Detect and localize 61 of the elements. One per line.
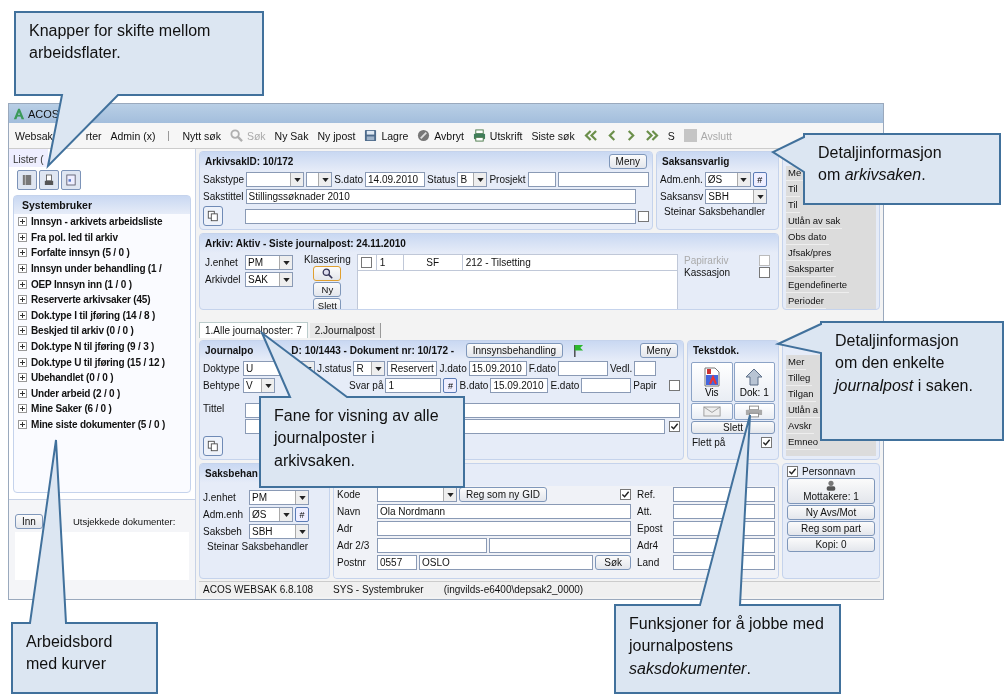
field-label: Behtype [203,380,241,391]
field-label: Adr4 [637,540,660,551]
panel-title: Systembruker [14,196,190,214]
status-text: SYS - Systembruker [333,584,424,595]
field-label: Sakstittel [203,191,244,202]
panel-title: Saksansvarlig [662,156,730,167]
callout-text: Detaljinformasjon om arkivsaken. [818,143,943,186]
checkbox-label: Flett på [692,437,726,448]
table-cell-text: 212 - Tilsetting [464,256,532,270]
callout-text: Fane for visning av alle journalposter i arkivsaken. [274,406,440,471]
panel-title: D: 10/1443 - Dokument nr: 10/172 - [291,345,455,356]
field-label: Postnr [337,557,367,568]
field-label: Adm.enh [203,509,245,520]
field-label: F.dato [528,363,556,374]
field-label: Ref. [637,489,657,500]
field-label: Navn [337,506,362,517]
field-label: Land [637,557,661,568]
field-label: Klassering [304,254,351,265]
checkbox-label: Kassasjon [684,267,731,278]
case-owner-name: Steinar Saksbehandler [663,206,766,217]
panel-title: Tekstdok. [693,345,739,356]
field-label: Vedl. [609,363,633,374]
field-label: B.dato [459,380,489,391]
panel-title: Journalpo [205,345,254,356]
field-label: E.dato [550,380,580,391]
field-label: Epost [637,523,664,534]
field-label: Arkivdel [205,274,242,285]
field-label: J.status [317,363,352,374]
field-label: Adr [337,523,354,534]
field-label: Tittel [203,403,226,414]
checkbox-label: Personnavn [802,466,856,477]
field-label: J.dato [439,363,467,374]
field-label: Att. [637,506,653,517]
field-label: S.dato [334,174,364,185]
field-label: Doktype [203,363,241,374]
field-label: J.enhet [203,492,237,503]
status-text: ACOS WEBSAK 6.8.108 [203,584,314,595]
field-label: Prosjekt [489,174,526,185]
table-cell: 1 [376,255,404,270]
field-label: Sakstype [203,174,245,185]
field-label: Kode [337,489,362,500]
checked-out-label: Utsjekkede dokumenter: [72,516,176,527]
callout-text: Detaljinformasjon om den enkelte journalpost i saken. [835,331,974,396]
status-text: (ingvilds-e6400\depsak2_0000) [443,584,584,595]
field-label: Papir [633,380,657,391]
field-label: Svar på [349,380,384,391]
panel-title: ArkivsakID: 10/172 [205,156,294,167]
panel-title: Arkiv: Aktiv - Siste journalpost: 24.11.2010 [205,238,406,249]
field-label: Saksbeh [203,526,243,537]
case-handler-name: Steinar Saksbehandler [206,541,309,552]
field-label: Status [427,174,456,185]
field-label: Adm.enh. [660,174,703,185]
checkbox-label: Papirarkiv [684,255,729,266]
callout-text: Funksjoner for å jobbe med journalpostens saksdokumenter. [629,614,825,679]
panel-title: Saksbehan [205,468,258,479]
field-label: J.enhet [205,257,239,268]
callout-text: Knapper for skifte mellom arbeidsflater. [29,21,212,64]
table-cell: SF [403,255,463,270]
callout-text: Arbeidsbord med kurver [26,632,114,675]
field-label: Adr 2/3 [337,540,371,551]
field-label: Saksansv [660,191,704,202]
